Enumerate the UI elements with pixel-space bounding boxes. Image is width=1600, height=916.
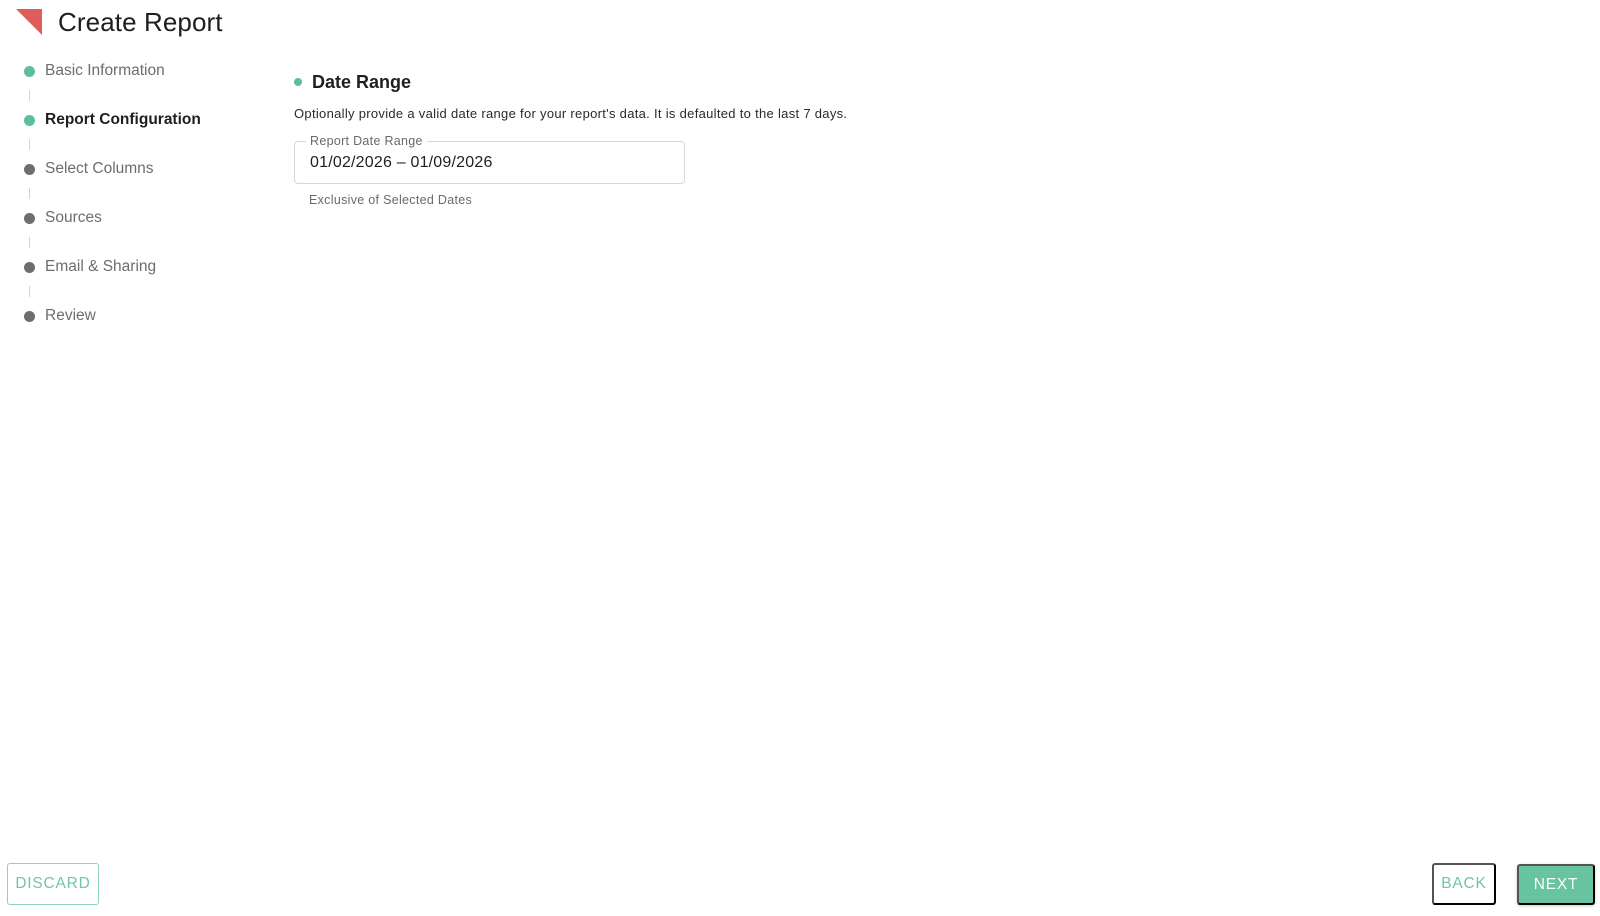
page-header: Create Report	[16, 6, 223, 38]
step-status-dot	[24, 212, 35, 224]
step-review[interactable]: Review	[24, 303, 264, 329]
date-range-value[interactable]: 01/02/2026 – 01/09/2026	[310, 154, 493, 172]
step-label: Email & Sharing	[45, 258, 157, 275]
section-description: Optionally provide a valid date range fo…	[294, 106, 848, 121]
date-range-section: Date Range Optionally provide a valid da…	[294, 70, 1194, 207]
step-connector	[29, 286, 30, 297]
step-status-dot	[24, 163, 35, 175]
back-button[interactable]: BACK	[1432, 863, 1496, 905]
create-report-page: Create Report Basic Information Report C…	[0, 0, 1600, 916]
step-status-dot	[24, 310, 35, 322]
discard-button[interactable]: DISCARD	[7, 863, 99, 905]
section-header: Date Range	[294, 70, 1194, 94]
step-report-configuration[interactable]: Report Configuration	[24, 107, 264, 133]
step-label: Report Configuration	[45, 111, 201, 128]
step-connector	[29, 188, 30, 199]
step-connector	[29, 237, 30, 248]
step-connector	[29, 139, 30, 150]
date-field-helper-text: Exclusive of Selected Dates	[309, 193, 473, 207]
report-stepper: Basic Information Report Configuration S…	[24, 58, 264, 329]
step-sources[interactable]: Sources	[24, 205, 264, 231]
step-label: Select Columns	[45, 160, 154, 177]
report-date-range-field[interactable]: Report Date Range 01/02/2026 – 01/09/202…	[294, 134, 685, 184]
step-label: Basic Information	[45, 62, 165, 79]
step-select-columns[interactable]: Select Columns	[24, 156, 264, 182]
page-title: Create Report	[58, 6, 223, 37]
section-status-dot	[294, 78, 302, 86]
step-basic-information[interactable]: Basic Information	[24, 58, 264, 84]
section-title: Date Range	[312, 71, 412, 92]
step-status-dot	[24, 261, 35, 273]
next-button[interactable]: NEXT	[1517, 864, 1595, 905]
step-email-sharing[interactable]: Email & Sharing	[24, 254, 264, 280]
step-status-dot	[24, 114, 35, 126]
step-connector	[29, 90, 30, 101]
step-status-dot	[24, 65, 35, 77]
step-label: Review	[45, 307, 96, 324]
date-field-label: Report Date Range	[306, 134, 427, 148]
step-label: Sources	[45, 209, 102, 226]
logo-icon	[16, 9, 42, 35]
